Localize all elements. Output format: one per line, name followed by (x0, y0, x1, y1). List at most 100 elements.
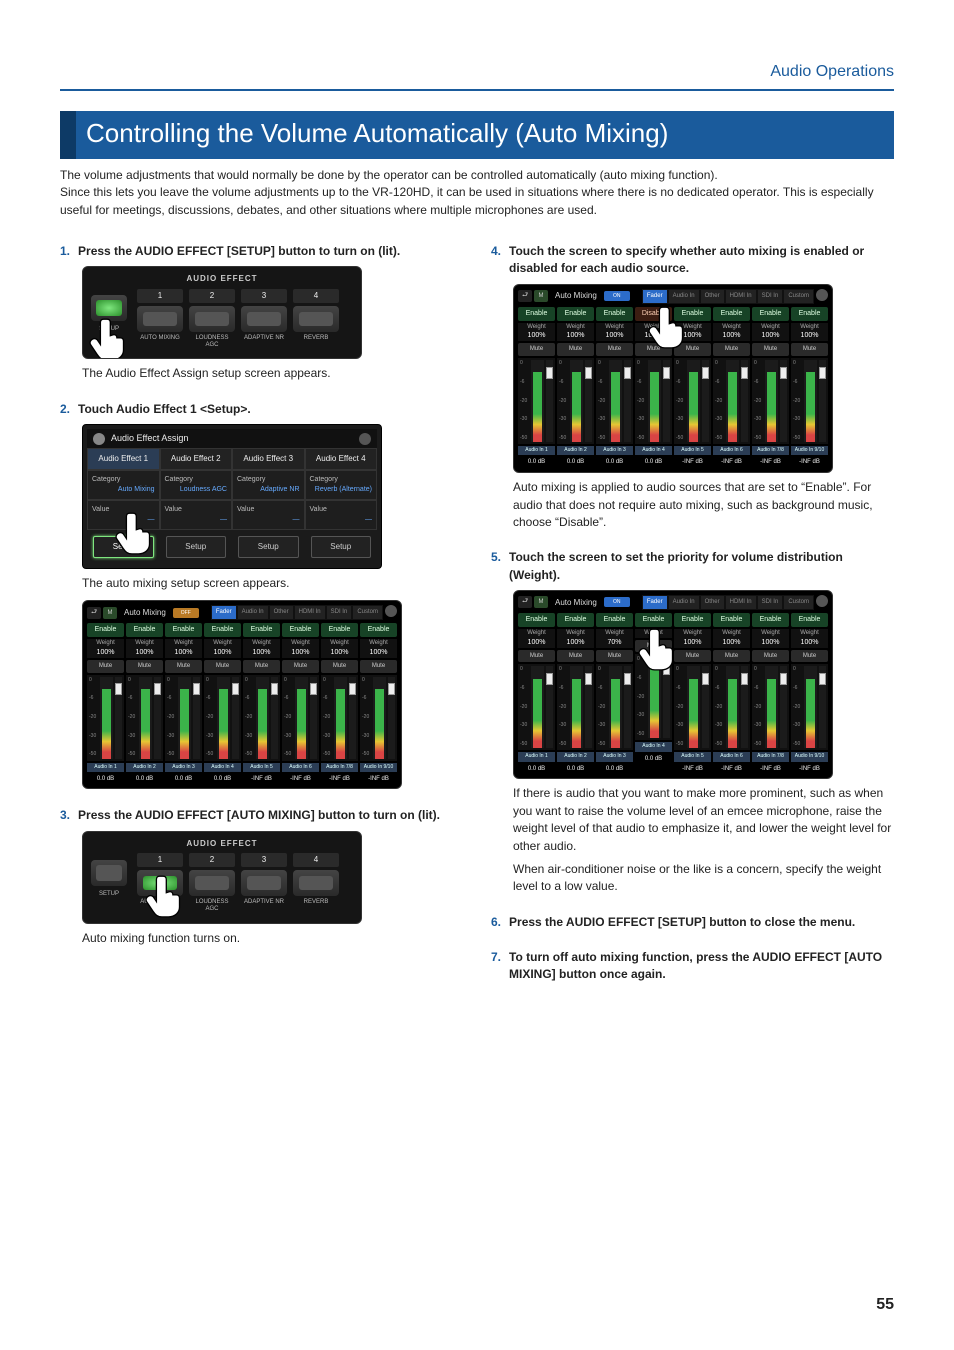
panel-slot-number: 1 (137, 289, 183, 303)
tab-other: Other (700, 289, 725, 304)
channel-level-db: -INF dB (321, 774, 358, 785)
channel-level-db: 0.0 dB (557, 764, 594, 775)
step-heading: Touch the screen to set the priority for… (509, 549, 894, 584)
channel-weight: Weight100% (791, 323, 828, 342)
tab-audio-effect-4: Audio Effect 4 (305, 448, 378, 470)
intro-paragraph-2: Since this lets you leave the volume adj… (60, 184, 894, 219)
channel-mute: Mute (557, 650, 594, 663)
gear-icon (93, 433, 105, 445)
panel-btn-label: ADAPTIVE NR (241, 335, 287, 348)
channel-enable-toggle: Enable (596, 613, 633, 627)
value-label: Value (92, 505, 155, 515)
channel-mute: Mute (713, 343, 750, 356)
step-caption: Auto mixing is applied to audio sources … (513, 479, 894, 531)
step-number: 1. (60, 243, 70, 260)
screen-tab-bar: Fader Audio In Other HDMI In SDI In Cust… (211, 605, 397, 620)
step-caption: The auto mixing setup screen appears. (82, 575, 463, 592)
setup-button (91, 295, 127, 321)
gear-icon (816, 289, 828, 301)
channel-meter: 0-6-20-30-50 (713, 358, 750, 444)
channel-enable-toggle: Enable (518, 613, 555, 627)
channel-enable-toggle: Enable (243, 623, 280, 637)
section-header: Audio Operations (60, 60, 894, 91)
panel-slot-number: 4 (293, 289, 339, 303)
channel-meter: 0-6-20-30-50 (557, 664, 594, 750)
tab-audio-effect-2: Audio Effect 2 (160, 448, 233, 470)
value-value: — (92, 515, 155, 525)
menu-icon: M (534, 596, 548, 608)
screen-tab-bar: Fader Audio In Other HDMI In SDI In Cust… (642, 595, 828, 610)
channel-enable-toggle: Enable (713, 613, 750, 627)
channel-meter: 0-6-20-30-50 (791, 664, 828, 750)
channel-meter: 0-6-20-30-50 (518, 664, 555, 750)
panel-btn-label: REVERB (293, 335, 339, 348)
channel-mute: Mute (791, 343, 828, 356)
channel-name: Audio In 5 (674, 446, 711, 455)
auto-mixing-screen-weight: ⮐ M Auto Mixing ON Fader Audio In Other … (513, 590, 833, 779)
channel-level-db: 0.0 dB (204, 774, 241, 785)
channel-weight: Weight100% (752, 629, 789, 648)
tab-fader: Fader (211, 605, 237, 620)
effect-button-3 (241, 870, 287, 896)
channel-name: Audio In 1 (518, 446, 555, 455)
channel-mute: Mute (674, 650, 711, 663)
channel-weight: Weight100% (87, 639, 124, 658)
channel-weight: Weight100% (713, 323, 750, 342)
category-label: Category (92, 475, 155, 485)
step-heading: To turn off auto mixing function, press … (509, 949, 894, 984)
channel-name: Audio In 4 (204, 763, 241, 772)
channel-mute: Mute (360, 660, 397, 673)
channel-enable-toggle: Enable (557, 307, 594, 321)
channel-level-db: -INF dB (674, 764, 711, 775)
menu-icon: M (103, 607, 117, 619)
channel-mute: Mute (596, 650, 633, 663)
channel-name: Audio In 7/8 (321, 763, 358, 772)
channel-weight: Weight100% (165, 639, 202, 658)
panel-slot-number: 2 (189, 289, 235, 303)
channel-mute: Mute (752, 650, 789, 663)
channel-enable-toggle: Enable (360, 623, 397, 637)
channel-enable-toggle: Enable (791, 613, 828, 627)
auto-mixing-screen-enable: ⮐ M Auto Mixing ON Fader Audio In Other … (513, 284, 833, 473)
setup-button-4: Setup (311, 536, 372, 558)
back-icon: ⮐ (87, 607, 101, 619)
category-value: Adaptive NR (237, 485, 300, 495)
tab-hdmi-in: HDMI In (725, 595, 757, 610)
channel-name: Audio In 9/10 (360, 763, 397, 772)
tab-custom: Custom (783, 595, 814, 610)
channel-enable-toggle: Enable (791, 307, 828, 321)
panel-slot-number: 2 (189, 853, 235, 867)
panel-btn-label: AUTO MIXING (137, 899, 183, 912)
channel-meter: 0-6-20-30-50 (282, 675, 319, 761)
step-heading: Press the AUDIO EFFECT [SETUP] button to… (78, 243, 400, 260)
channel-enable-toggle: Enable (204, 623, 241, 637)
channel-mute: Mute (791, 650, 828, 663)
channel-weight: Weight100% (674, 629, 711, 648)
channel-enable-toggle: Enable (126, 623, 163, 637)
channel-meter: 0-6-20-30-50 (360, 675, 397, 761)
channel-level-db: 0.0 dB (596, 764, 633, 775)
channel-enable-toggle: Enable (165, 623, 202, 637)
channel-enable-toggle: Enable (557, 613, 594, 627)
channel-name: Audio In 9/10 (791, 446, 828, 455)
channel-name: Audio In 3 (596, 752, 633, 761)
step-1: 1. Press the AUDIO EFFECT [SETUP] button… (60, 243, 463, 383)
tab-sdi-in: SDI In (757, 595, 784, 610)
step-number: 4. (491, 243, 501, 278)
channel-weight: Weight100% (518, 323, 555, 342)
channel-mute: Mute (321, 660, 358, 673)
channel-level-db: 0.0 dB (126, 774, 163, 785)
panel-btn-label: REVERB (293, 899, 339, 912)
back-icon: ⮐ (518, 290, 532, 302)
panel-slot-number: 3 (241, 853, 287, 867)
auto-mixing-toggle-on: ON (604, 291, 630, 301)
channel-mute: Mute (635, 640, 672, 653)
channel-name: Audio In 3 (165, 763, 202, 772)
tab-audio-effect-3: Audio Effect 3 (232, 448, 305, 470)
channel-level-db: 0.0 dB (557, 457, 594, 468)
step-6: 6. Press the AUDIO EFFECT [SETUP] button… (491, 914, 894, 931)
channel-weight: Weight100% (282, 639, 319, 658)
channel-name: Audio In 3 (596, 446, 633, 455)
channel-meter: 0-6-20-30-50 (752, 664, 789, 750)
panel-btn-label: LOUDNESS AGC (189, 899, 235, 912)
